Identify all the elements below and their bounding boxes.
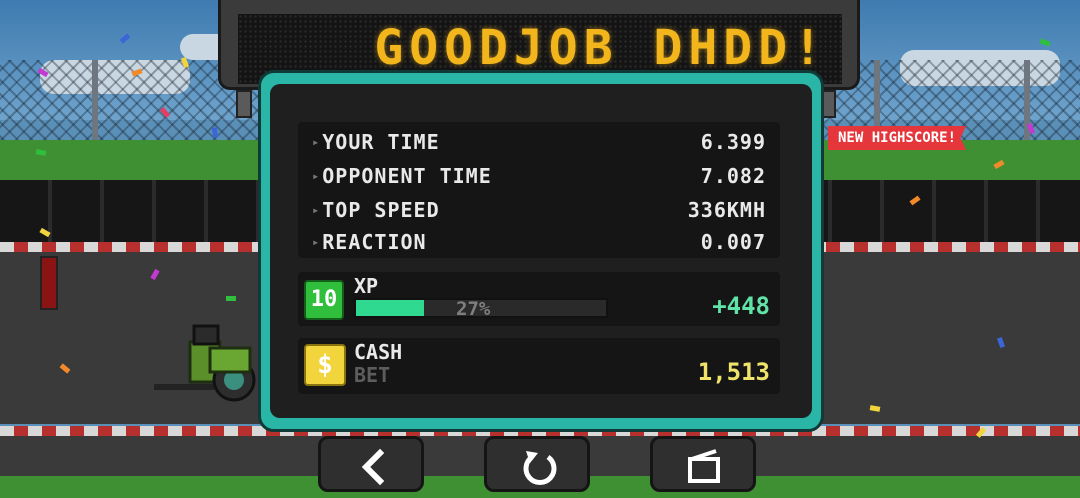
restart-icon — [523, 451, 557, 485]
xp-progress-bar: 27% — [354, 298, 608, 320]
cash-value: 1,513 — [697, 358, 770, 386]
stat-row-opponent-time: OPPONENT TIME 7.082 — [308, 160, 770, 190]
video-camera-icon — [688, 449, 720, 483]
new-highscore-badge: NEW HIGHSCORE! — [828, 126, 967, 150]
confetti — [226, 296, 236, 301]
stat-label: REACTION — [312, 230, 427, 254]
dragster-car — [154, 324, 256, 402]
xp-gain: +448 — [712, 292, 770, 320]
back-button[interactable] — [318, 436, 424, 492]
stat-value: 0.007 — [700, 230, 766, 254]
xp-section: 10 XP 27% +448 — [298, 272, 780, 326]
stat-value: 6.399 — [700, 130, 766, 154]
level-badge: 10 — [304, 280, 344, 320]
xp-label: XP — [354, 274, 379, 298]
cash-section: $ CASH BET 1,513 — [298, 338, 780, 394]
dollar-coin-icon: $ — [304, 344, 346, 386]
banner-text: GOODJOB DHDD! — [374, 20, 828, 76]
stat-row-top-speed: TOP SPEED 336KMH — [308, 194, 770, 224]
stat-label: OPPONENT TIME — [312, 164, 492, 188]
xp-progress-fill — [356, 300, 424, 316]
stat-value: 336KMH — [687, 198, 766, 222]
start-light — [40, 256, 58, 310]
bet-label: BET — [354, 363, 391, 387]
retry-button[interactable] — [484, 436, 590, 492]
cash-label: CASH — [354, 340, 403, 364]
stat-value: 7.082 — [700, 164, 766, 188]
stat-label: TOP SPEED — [312, 198, 440, 222]
chevron-left-icon — [361, 448, 385, 486]
xp-percent: 27% — [456, 298, 491, 320]
stat-label: YOUR TIME — [312, 130, 440, 154]
sign-bracket — [236, 90, 252, 118]
stat-row-reaction: REACTION 0.007 — [308, 226, 770, 256]
replay-button[interactable] — [650, 436, 756, 492]
race-stats: YOUR TIME 6.399 OPPONENT TIME 7.082 TOP … — [298, 122, 780, 258]
stat-row-your-time: YOUR TIME 6.399 — [308, 126, 770, 156]
